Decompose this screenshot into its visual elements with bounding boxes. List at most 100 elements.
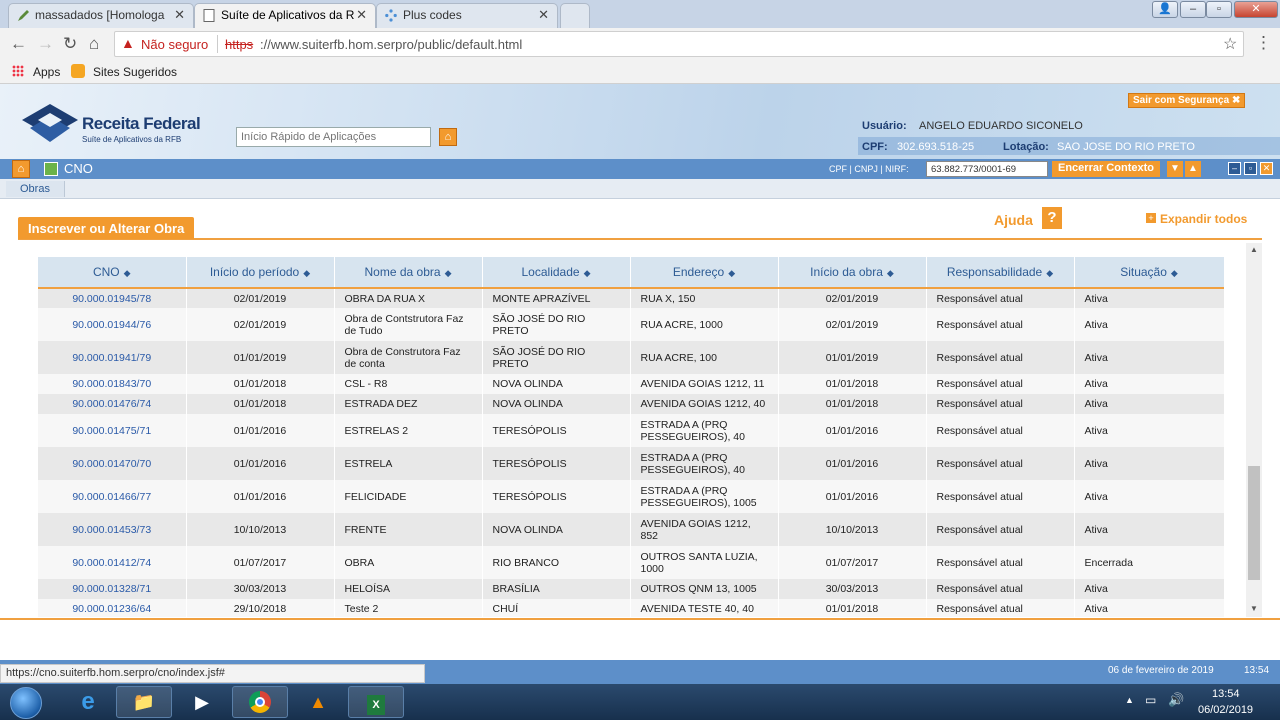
tab-massadados[interactable]: massadados [Homologa ✕ xyxy=(8,3,194,28)
table-row[interactable]: 90.000.01453/73 10/10/2013 FRENTE NOVA OLIN… xyxy=(38,513,1224,546)
new-tab-button[interactable] xyxy=(560,3,590,28)
logout-button[interactable]: Sair com Segurança ✖ xyxy=(1128,93,1246,108)
cno-link[interactable]: 90.000.01476/74 xyxy=(38,394,187,414)
minimize-icon[interactable]: – xyxy=(1228,162,1241,175)
tab-suite-aplicativos[interactable]: Suíte de Aplicativos da R ✕ xyxy=(194,3,376,28)
arrow-up-icon[interactable]: ▲ xyxy=(1185,161,1201,177)
media-player-icon[interactable]: ▶ xyxy=(174,686,230,718)
volume-icon[interactable]: 🔊 xyxy=(1168,692,1184,708)
table-cell: RIO BRANCO xyxy=(482,546,631,579)
forward-icon[interactable]: → xyxy=(37,35,54,52)
file-explorer-icon[interactable]: 📁 xyxy=(116,686,172,718)
cno-link[interactable]: 90.000.01412/74 xyxy=(38,546,187,579)
context-field[interactable]: 63.882.773/0001-69 xyxy=(926,161,1048,177)
column-header-inicio-obra[interactable]: Início da obra ◆ xyxy=(778,257,927,289)
help-link[interactable]: Ajuda xyxy=(994,212,1033,228)
table-cell: OUTROS QNM 13, 1005 xyxy=(630,579,779,599)
bookmark-apps[interactable]: Apps xyxy=(33,65,60,79)
security-indicator[interactable]: Não seguro xyxy=(141,37,208,52)
table-row[interactable]: 90.000.01412/74 01/07/2017 OBRA RIO BRANCO O… xyxy=(38,546,1224,579)
column-header-localidade[interactable]: Localidade ◆ xyxy=(482,257,631,289)
quick-start-input[interactable] xyxy=(236,127,431,147)
column-header-inicio-periodo[interactable]: Início do período ◆ xyxy=(186,257,335,289)
column-header-responsabilidade[interactable]: Responsabilidade ◆ xyxy=(926,257,1075,289)
reload-icon[interactable]: ↻ xyxy=(63,35,77,52)
submenu-bar: Obras xyxy=(0,179,1280,199)
back-icon[interactable]: ← xyxy=(10,35,27,52)
chrome-icon[interactable] xyxy=(232,686,288,718)
table-row[interactable]: 90.000.01476/74 01/01/2018 ESTRADA DEZ NOVA… xyxy=(38,394,1224,414)
help-icon[interactable]: ? xyxy=(1042,207,1062,229)
internet-explorer-icon[interactable]: e xyxy=(60,686,116,718)
tab-plus-codes[interactable]: Plus codes ✕ xyxy=(376,3,558,28)
close-icon[interactable]: ✕ xyxy=(356,7,367,23)
minimize-button[interactable]: – xyxy=(1180,1,1206,18)
end-context-button[interactable]: Encerrar Contexto xyxy=(1052,161,1160,177)
omnibox[interactable]: ▲ Não seguro https ://www.suiterfb.hom.s… xyxy=(114,31,1244,57)
receita-federal-logo-icon xyxy=(22,104,78,142)
cno-link[interactable]: 90.000.01328/71 xyxy=(38,579,187,599)
table-row[interactable]: 90.000.01466/77 01/01/2016 FELICIDADE TERES… xyxy=(38,480,1224,513)
sort-icon[interactable]: ◆ xyxy=(445,268,452,278)
clock-date[interactable]: 06/02/2019 xyxy=(1198,704,1253,716)
scrollbar-thumb[interactable] xyxy=(1248,466,1260,580)
star-icon[interactable]: ☆ xyxy=(1223,34,1237,54)
close-icon[interactable]: ✕ xyxy=(538,7,549,23)
table-row[interactable]: 90.000.01236/64 29/10/2018 Teste 2 CHUÍ AVEN… xyxy=(38,599,1224,617)
windows-start-icon[interactable] xyxy=(10,687,42,719)
home-button[interactable]: ⌂ xyxy=(12,160,30,178)
menu-obras[interactable]: Obras xyxy=(6,181,65,197)
scroll-up-icon[interactable]: ▲ xyxy=(1250,245,1258,254)
window-close-button[interactable]: ✕ xyxy=(1234,1,1278,18)
sort-icon[interactable]: ◆ xyxy=(1171,268,1178,278)
arrow-down-icon[interactable]: ▼ xyxy=(1167,161,1183,177)
column-header-endereco[interactable]: Endereço ◆ xyxy=(630,257,779,289)
cno-link[interactable]: 90.000.01941/79 xyxy=(38,341,187,374)
close-icon[interactable]: ✕ xyxy=(174,7,185,23)
sort-icon[interactable]: ◆ xyxy=(728,268,735,278)
network-icon[interactable]: ▭ xyxy=(1145,693,1156,707)
cno-link[interactable]: 90.000.01236/64 xyxy=(38,599,187,617)
user-icon[interactable]: 👤 xyxy=(1152,1,1178,18)
column-label: Situação xyxy=(1120,265,1167,279)
menu-icon[interactable]: ⋮ xyxy=(1255,34,1272,51)
clock-time[interactable]: 13:54 xyxy=(1212,688,1240,700)
cno-link[interactable]: 90.000.01466/77 xyxy=(38,480,187,513)
date-cell: 02/01/2019 xyxy=(778,288,927,308)
cno-link[interactable]: 90.000.01945/78 xyxy=(38,288,187,308)
bookmark-sites-sugeridos[interactable]: Sites Sugeridos xyxy=(93,65,177,79)
tray-expand-icon[interactable]: ▲ xyxy=(1125,695,1134,705)
table-row[interactable]: 90.000.01843/70 01/01/2018 CSL - R8 NOVA OL… xyxy=(38,374,1224,394)
table-row[interactable]: 90.000.01941/79 01/01/2019 Obra de Constru… xyxy=(38,341,1224,374)
cno-link[interactable]: 90.000.01944/76 xyxy=(38,308,187,341)
sort-icon[interactable]: ◆ xyxy=(124,268,131,278)
table-row[interactable]: 90.000.01470/70 01/01/2016 ESTRELA TERESÓPO… xyxy=(38,447,1224,480)
quick-start-home-button[interactable]: ⌂ xyxy=(439,128,457,146)
cno-link[interactable]: 90.000.01843/70 xyxy=(38,374,187,394)
sort-icon[interactable]: ◆ xyxy=(584,268,591,278)
table-row[interactable]: 90.000.01945/78 02/01/2019 OBRA DA RUA X MO… xyxy=(38,288,1224,308)
column-label: Localidade xyxy=(521,265,580,279)
maximize-button[interactable]: ▫ xyxy=(1206,1,1232,18)
column-header-situacao[interactable]: Situação ◆ xyxy=(1074,257,1224,289)
table-row[interactable]: 90.000.01475/71 01/01/2016 ESTRELAS 2 TERES… xyxy=(38,414,1224,447)
cno-link[interactable]: 90.000.01453/73 xyxy=(38,513,187,546)
table-row[interactable]: 90.000.01328/71 30/03/2013 HELOÍSA BRASÍLIA… xyxy=(38,579,1224,599)
sort-icon[interactable]: ◆ xyxy=(303,268,310,278)
cno-link[interactable]: 90.000.01475/71 xyxy=(38,414,187,447)
date-cell: 01/01/2018 xyxy=(778,599,927,617)
column-header-nome-obra[interactable]: Nome da obra ◆ xyxy=(334,257,483,289)
maximize-icon[interactable]: ▫ xyxy=(1244,162,1257,175)
cno-link[interactable]: 90.000.01470/70 xyxy=(38,447,187,480)
sort-icon[interactable]: ◆ xyxy=(887,268,894,278)
excel-icon[interactable]: X xyxy=(348,686,404,718)
scroll-down-icon[interactable]: ▼ xyxy=(1250,604,1258,613)
close-icon[interactable]: ✕ xyxy=(1260,162,1273,175)
expand-all-link[interactable]: Expandir todos xyxy=(1160,212,1247,226)
table-cell: Responsável atual xyxy=(926,513,1075,546)
home-icon[interactable]: ⌂ xyxy=(89,35,99,52)
vlc-icon[interactable]: ▲ xyxy=(290,686,346,718)
sort-icon[interactable]: ◆ xyxy=(1046,268,1053,278)
table-row[interactable]: 90.000.01944/76 02/01/2019 Obra de Contstr… xyxy=(38,308,1224,341)
column-header-cno[interactable]: CNO ◆ xyxy=(38,257,187,289)
